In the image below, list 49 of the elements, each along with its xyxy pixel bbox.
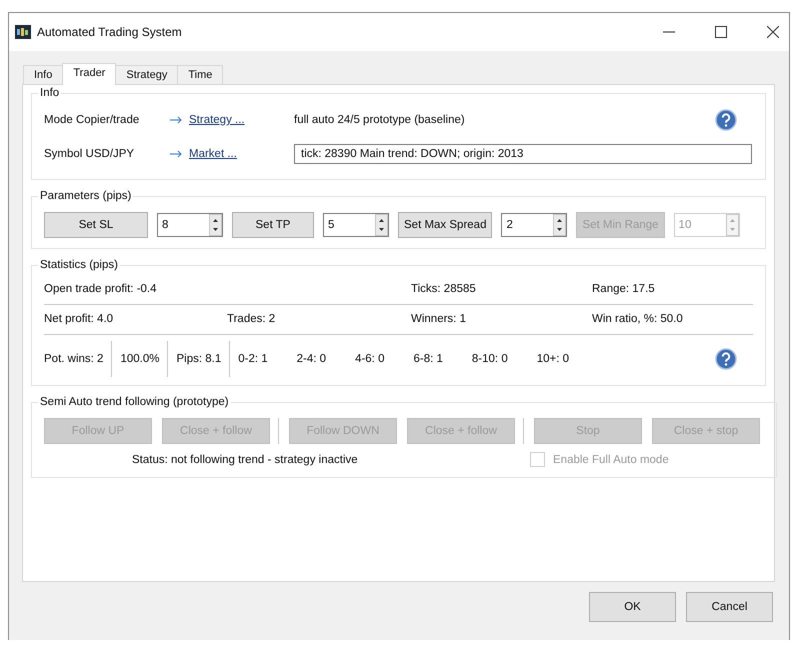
spinner-icon[interactable] bbox=[209, 214, 222, 236]
stat-text: Winners: 1 bbox=[411, 313, 467, 325]
app-icon bbox=[15, 25, 31, 39]
window-title: Automated Trading System bbox=[37, 25, 182, 39]
stat-text: Range: 17.5 bbox=[592, 283, 656, 295]
set-button[interactable]: Set SL bbox=[44, 212, 148, 238]
stat-text: 100.0% bbox=[120, 353, 160, 365]
status-text: Status: not following trend - strategy inactive bbox=[132, 454, 359, 466]
info-field[interactable]: tick: 28390 Main trend: DOWN; origin: 2013 bbox=[294, 144, 752, 164]
stat-text: 6-8: 1 bbox=[413, 353, 443, 365]
tab[interactable]: Time bbox=[177, 65, 224, 84]
stat-text: Pips: 8.1 bbox=[176, 353, 222, 365]
info-label: Mode Copier/trade bbox=[44, 114, 140, 126]
arrow-icon bbox=[170, 116, 182, 124]
stat-text: Open trade profit: -0.4 bbox=[44, 283, 158, 295]
group-title: Semi Auto trend following (prototype) bbox=[39, 396, 230, 408]
info-label: Symbol USD/JPY bbox=[44, 148, 136, 160]
close-icon[interactable] bbox=[767, 26, 779, 38]
stat-text: Trades: 2 bbox=[227, 313, 276, 325]
spinner-icon[interactable] bbox=[375, 214, 388, 236]
tab[interactable]: Info bbox=[23, 65, 64, 84]
spinner-icon[interactable] bbox=[553, 214, 566, 236]
set-button[interactable]: Set TP bbox=[232, 212, 314, 238]
link[interactable]: Market ... bbox=[189, 148, 294, 160]
dialog-button[interactable]: OK bbox=[589, 592, 676, 622]
dialog-button[interactable]: Cancel bbox=[686, 592, 773, 622]
spin-field[interactable]: 5 bbox=[323, 213, 389, 237]
help-icon[interactable] bbox=[715, 348, 737, 370]
group-title: Statistics (pips) bbox=[39, 259, 119, 271]
stat-text: 4-6: 0 bbox=[355, 353, 384, 365]
link[interactable]: Strategy ... bbox=[189, 114, 294, 126]
group-title: Parameters (pips) bbox=[39, 190, 132, 202]
spin-field[interactable]: 8 bbox=[157, 213, 223, 237]
stat-text: 10+: 0 bbox=[536, 353, 570, 365]
maximize-icon[interactable] bbox=[715, 26, 727, 38]
info-value: full auto 24/5 prototype (baseline) bbox=[294, 114, 466, 126]
help-icon[interactable] bbox=[715, 109, 737, 131]
stat-text: Pot. wins: 2 bbox=[44, 353, 104, 365]
arrow-icon bbox=[170, 150, 182, 158]
stat-text: Win ratio, %: 50.0 bbox=[592, 313, 684, 325]
set-button[interactable]: Set Max Spread bbox=[398, 212, 492, 238]
stat-text: 2-4: 0 bbox=[296, 353, 326, 365]
stat-text: 8-10: 0 bbox=[472, 353, 508, 365]
stat-text: Ticks: 28585 bbox=[411, 283, 477, 295]
tab[interactable]: Trader bbox=[62, 63, 116, 85]
stat-text: 0-2: 1 bbox=[238, 353, 268, 365]
stat-text: Net profit: 4.0 bbox=[44, 313, 114, 325]
group-title: Info bbox=[39, 87, 60, 99]
spin-field[interactable]: 2 bbox=[501, 213, 568, 237]
